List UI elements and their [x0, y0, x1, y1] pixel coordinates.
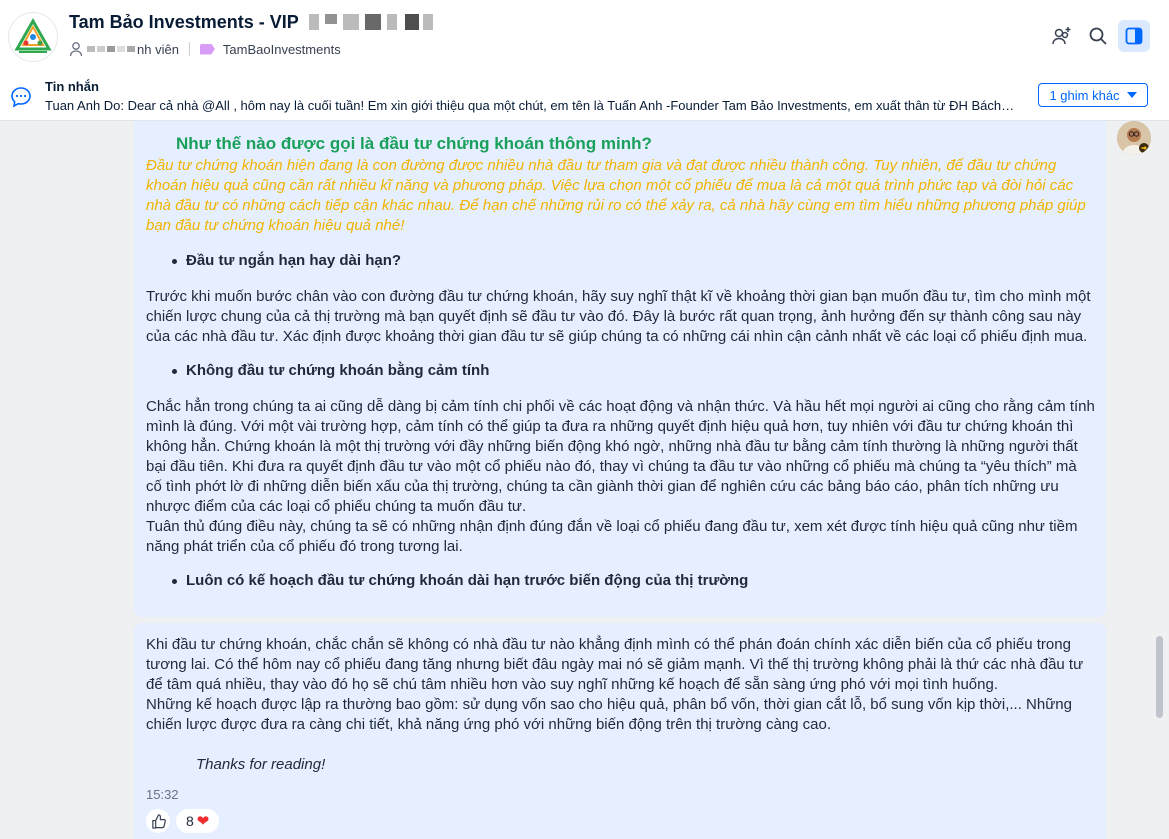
heart-icon: ❤: [196, 813, 210, 830]
message-timestamp: 15:32: [146, 787, 179, 802]
paragraph-1: Trước khi muốn bước chân vào con đường đ…: [146, 288, 1091, 345]
search-button[interactable]: [1082, 20, 1114, 52]
bullet-item-1: Đầu tư ngắn hạn hay dài hạn?: [171, 252, 402, 269]
pinned-title: Tin nhắn: [45, 79, 99, 94]
pinned-text[interactable]: Tuan Anh Do: Dear cả nhà @All , hôm nay …: [45, 98, 1015, 113]
group-name: Tam Bảo Investments - VIP: [69, 12, 299, 32]
bullet-item-2: Không đầu tư chứng khoán bằng cảm tính: [171, 362, 490, 379]
paragraph-3: Tuân thủ đúng điều này, chúng ta sẽ có n…: [146, 518, 1078, 555]
more-pins-label: 1 ghim khác: [1049, 87, 1120, 103]
chat-scrollbar[interactable]: [1156, 636, 1163, 718]
tag-icon: [199, 43, 215, 55]
group-avatar[interactable]: [8, 12, 58, 62]
chat-header: Tam Bảo Investments - VIP nh viên TamBao…: [0, 0, 1169, 73]
member-count[interactable]: nh viên: [137, 42, 179, 57]
community-tag[interactable]: TamBaoInvestments: [223, 42, 341, 57]
article-intro: Đầu tư chứng khoán hiện đang là con đườn…: [146, 157, 1086, 234]
thumbs-up-icon: [151, 813, 166, 829]
pinned-message-bar[interactable]: Tin nhắn Tuan Anh Do: Dear cả nhà @All ,…: [0, 72, 1169, 121]
search-icon: [1089, 27, 1107, 45]
bullet-item-3: Luôn có kế hoạch đầu tư chứng khoán dài …: [171, 572, 749, 589]
chevron-down-icon: [1126, 92, 1137, 98]
closing-text: Thanks for reading!: [196, 756, 326, 773]
like-button[interactable]: [146, 809, 170, 833]
sender-avatar[interactable]: [1117, 121, 1151, 155]
message-list: Như thế nào được gọi là đầu tư chứng kho…: [0, 121, 1169, 839]
paragraph-2: Chắc hẳn trong chúng ta ai cũng dễ dàng …: [146, 398, 1095, 515]
paragraph-4: Khi đầu tư chứng khoán, chắc chắn sẽ khô…: [146, 636, 1084, 693]
more-pins-button[interactable]: 1 ghim khác: [1038, 83, 1148, 107]
paragraph-5: Những kế hoạch được lập ra thường bao gồ…: [146, 696, 1072, 733]
add-member-button[interactable]: [1046, 20, 1078, 52]
article-heading: Như thế nào được gọi là đầu tư chứng kho…: [176, 134, 652, 153]
add-group-member-icon: [1052, 27, 1071, 45]
member-icon: [69, 42, 83, 57]
reaction-summary[interactable]: 8 ❤: [176, 809, 220, 833]
toggle-sidebar-button[interactable]: [1118, 20, 1150, 52]
chat-bubble-icon: [11, 87, 31, 108]
sidebar-panel-icon: [1125, 27, 1143, 45]
group-subtitle: nh viên TamBaoInvestments: [69, 41, 341, 57]
group-title[interactable]: Tam Bảo Investments - VIP: [69, 12, 433, 33]
reaction-count: 8: [186, 813, 194, 829]
